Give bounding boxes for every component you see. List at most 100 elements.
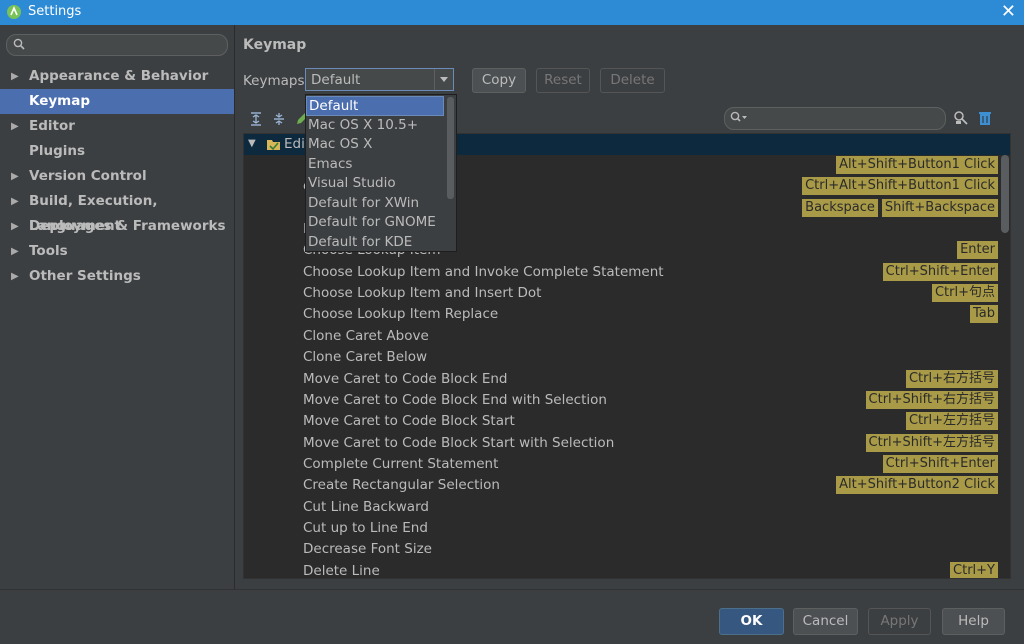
action-name: Move Caret to Code Block Start [303, 413, 515, 430]
sidebar-item-label: Appearance & Behavior [29, 68, 209, 84]
shortcut-badge: Shift+Backspace [881, 198, 998, 217]
chevron-down-icon[interactable]: ▼ [248, 138, 256, 149]
shortcut-badge: Ctrl+Shift+右方括号 [865, 390, 998, 409]
action-name: Cut up to Line End [303, 519, 428, 536]
table-row[interactable]: Move Caret to Code Block End Ctrl+右方括号 [244, 369, 998, 390]
shortcut-list: Enter [957, 241, 998, 260]
dropdown-option[interactable]: Emacs [306, 155, 444, 175]
scrollbar-thumb[interactable] [447, 97, 454, 199]
table-row[interactable]: Choose Lookup Item and Insert Dot Ctrl+句点 [244, 283, 998, 304]
shortcut-list: Ctrl+Alt+Shift+Button1 Click [802, 177, 998, 196]
dropdown-scrollbar[interactable] [445, 95, 456, 251]
scrollbar-thumb[interactable] [1001, 155, 1009, 233]
copy-button[interactable]: Copy [472, 68, 526, 93]
shortcut-badge: Ctrl+Shift+Enter [882, 454, 998, 473]
sidebar-item-editor[interactable]: ▶ Editor [0, 114, 234, 139]
shortcut-badge: Enter [957, 241, 998, 260]
dropdown-option[interactable]: Default [306, 96, 444, 116]
sidebar-item-label: Keymap [29, 93, 91, 109]
chevron-right-icon: ▶ [11, 71, 19, 82]
sidebar-item-appearance-behavior[interactable]: ▶ Appearance & Behavior [0, 64, 234, 89]
shortcut-list: Ctrl+Shift+Enter [882, 454, 998, 473]
shortcut-badge: Ctrl+句点 [931, 284, 998, 303]
sidebar-item-languages-frameworks[interactable]: ▶ Languages & Frameworks [0, 214, 234, 239]
action-name: Choose Lookup Item and Invoke Complete S… [303, 263, 664, 280]
dialog-footer: OK Cancel Apply Help [0, 589, 1024, 644]
shortcut-list: Ctrl+Shift+左方括号 [865, 433, 998, 452]
shortcut-badge: Alt+Shift+Button2 Click [836, 476, 998, 495]
settings-sidebar: ▶ Appearance & Behavior Keymap ▶ Editor Pl… [0, 25, 235, 589]
chevron-down-icon[interactable] [434, 69, 453, 90]
reset-button[interactable]: Reset [536, 68, 590, 93]
sidebar-item-keymap[interactable]: Keymap [0, 89, 234, 114]
apply-button[interactable]: Apply [868, 608, 931, 635]
sidebar-item-tools[interactable]: ▶ Tools [0, 239, 234, 264]
action-name: Decrease Font Size [303, 541, 432, 558]
table-row[interactable]: Complete Current Statement Ctrl+Shift+Ent… [244, 454, 998, 475]
chevron-right-icon: ▶ [11, 221, 19, 232]
chevron-right-icon: ▶ [11, 196, 19, 207]
dropdown-option[interactable]: Default for GNOME [306, 213, 444, 233]
window-title: Settings [28, 4, 82, 19]
dropdown-option[interactable]: Default for KDE [306, 233, 444, 253]
table-row[interactable]: Choose Lookup Item and Invoke Complete S… [244, 262, 998, 283]
shortcut-list: Alt+Shift+Button2 Click [836, 476, 998, 495]
sidebar-item-label: Languages & Frameworks [29, 218, 226, 234]
shortcut-badge: Ctrl+右方括号 [905, 369, 998, 388]
ok-button[interactable]: OK [719, 608, 784, 635]
dropdown-option[interactable]: Mac OS X [306, 135, 444, 155]
settings-search-input[interactable] [6, 34, 228, 56]
chevron-right-icon: ▶ [11, 246, 19, 257]
shortcut-badge: Alt+Shift+Button1 Click [836, 156, 998, 174]
find-shortcut-icon[interactable] [953, 110, 969, 126]
table-row[interactable]: Cut Line Backward [244, 497, 998, 518]
table-row[interactable]: Move Caret to Code Block End with Select… [244, 390, 998, 411]
search-icon [730, 111, 747, 122]
help-button[interactable]: Help [942, 608, 1005, 635]
collapse-all-icon[interactable] [271, 111, 287, 127]
search-icon [13, 38, 25, 50]
table-row[interactable]: Create Rectangular Selection Alt+Shift+Bu… [244, 475, 998, 496]
expand-all-icon[interactable] [248, 111, 264, 127]
shortcut-badge: Tab [969, 305, 998, 324]
delete-button[interactable]: Delete [600, 68, 665, 93]
android-studio-icon [6, 4, 22, 20]
table-row[interactable]: Decrease Font Size [244, 539, 998, 560]
sidebar-item-other-settings[interactable]: ▶ Other Settings [0, 264, 234, 289]
sidebar-item-plugins[interactable]: Plugins [0, 139, 234, 164]
keymap-dropdown-list[interactable]: Default Mac OS X 10.5+ Mac OS X Emacs Visual… [305, 94, 457, 252]
keymap-filter-input[interactable] [724, 107, 946, 130]
keymap-select-value: Default [311, 72, 361, 88]
shortcut-list: Ctrl+Shift+右方括号 [865, 390, 998, 409]
table-row[interactable]: Delete Line Ctrl+Y [244, 561, 998, 578]
shortcut-list: Ctrl+句点 [931, 284, 998, 303]
table-row[interactable]: Clone Caret Above [244, 326, 998, 347]
action-name: Move Caret to Code Block End with Select… [303, 391, 607, 408]
table-row[interactable]: Move Caret to Code Block Start Ctrl+左方括号 [244, 411, 998, 432]
action-name: Complete Current Statement [303, 455, 499, 472]
shortcut-list: Alt+Shift+Button1 Click [836, 156, 998, 174]
sidebar-item-build-execution-deployment[interactable]: ▶ Build, Execution, Deployment [0, 189, 234, 234]
table-row[interactable]: Clone Caret Below [244, 347, 998, 368]
sidebar-item-label: Version Control [29, 168, 147, 184]
shortcut-badge: Ctrl+左方括号 [905, 412, 998, 431]
table-row[interactable]: Move Caret to Code Block Start with Sele… [244, 433, 998, 454]
chevron-right-icon: ▶ [11, 121, 19, 132]
page-title: Keymap [243, 37, 307, 53]
close-icon[interactable]: ✕ [1001, 1, 1016, 22]
table-row[interactable]: Choose Lookup Item Replace Tab [244, 304, 998, 325]
dropdown-option[interactable]: Visual Studio [306, 174, 444, 194]
sidebar-item-version-control[interactable]: ▶ Version Control [0, 164, 234, 189]
tree-scrollbar[interactable] [1000, 155, 1010, 578]
title-bar: Settings ✕ [0, 0, 1024, 25]
shortcut-badge: Backspace [802, 198, 878, 217]
sidebar-item-label: Plugins [29, 143, 86, 159]
dropdown-option[interactable]: Default for XWin [306, 194, 444, 214]
dropdown-option[interactable]: Mac OS X 10.5+ [306, 116, 444, 136]
clear-filter-icon[interactable] [977, 110, 993, 126]
table-row[interactable]: Cut up to Line End [244, 518, 998, 539]
keymap-select[interactable]: Default [305, 68, 454, 91]
cancel-button[interactable]: Cancel [793, 608, 858, 635]
sidebar-item-label: Editor [29, 118, 75, 134]
keymaps-label: Keymaps: [243, 73, 310, 89]
